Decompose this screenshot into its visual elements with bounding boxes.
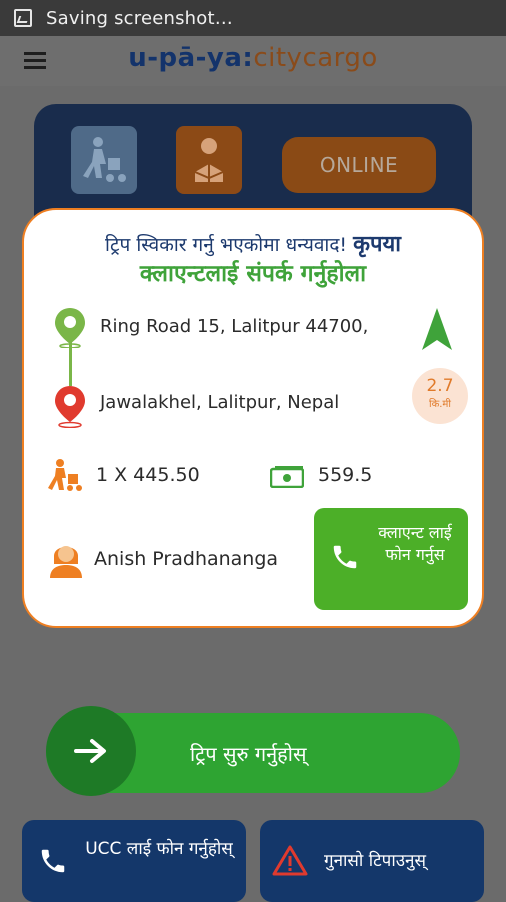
status-text: Saving screenshot…: [46, 7, 233, 29]
app-bar: u-pā-ya:citycargo: [0, 36, 506, 86]
online-status-button[interactable]: ONLINE: [282, 137, 436, 193]
porter-icon: [48, 459, 82, 491]
load-info: 1 X 445.50: [96, 464, 200, 486]
please-text: कृपया: [353, 232, 401, 257]
call-ucc-label: UCC लाई फोन गर्नुहोस्: [85, 839, 233, 859]
distance-badge: 2.7 कि.मी: [412, 368, 468, 424]
thanks-message: ट्रिप स्विकार गर्नु भएकोमा धन्यवाद! कृपय…: [24, 228, 482, 258]
call-ucc-button[interactable]: UCC लाई फोन गर्नुहोस्: [22, 820, 246, 902]
warning-icon: [272, 845, 308, 876]
contact-client-message: क्लाएन्टलाई संपर्क गर्नुहोला: [139, 261, 367, 287]
drop-address: Jawalakhel, Lalitpur, Nepal: [100, 392, 340, 413]
status-bar: Saving screenshot…: [0, 0, 506, 36]
pickup-address: Ring Road 15, Lalitpur 44700,: [100, 316, 369, 337]
call-client-button[interactable]: क्लाएन्ट लाई फोन गर्नुस: [314, 508, 468, 610]
thanks-text: ट्रिप स्विकार गर्नु भएकोमा धन्यवाद!: [105, 234, 348, 256]
start-trip-knob[interactable]: [46, 706, 136, 796]
app-logo: u-pā-ya:citycargo: [0, 43, 506, 73]
cargo-mode-tile[interactable]: [176, 126, 242, 194]
file-complaint-button[interactable]: गुनासो टिपाउनुस्: [260, 820, 484, 902]
delivery-mode-tile[interactable]: [71, 126, 137, 194]
logo-cargo: cargo: [302, 43, 378, 73]
trip-accepted-card: ट्रिप स्विकार गर्नु भएकोमा धन्यवाद! कृपय…: [22, 208, 484, 628]
phone-icon: [333, 545, 357, 569]
start-trip-label: ट्रिप सुरु गर्नुहोस्: [190, 742, 307, 766]
client-name: Anish Pradhananga: [94, 548, 279, 570]
person-box-icon: [194, 138, 224, 182]
route-line: [69, 342, 72, 386]
fare-amount: 559.5: [318, 464, 373, 486]
porter-cart-icon: [83, 137, 126, 182]
distance-unit: कि.मी: [428, 399, 452, 410]
logo-city: city: [253, 43, 303, 73]
client-avatar-icon: [50, 546, 82, 578]
complaint-label: गुनासो टिपाउनुस्: [324, 851, 426, 871]
screenshot-icon: [14, 9, 32, 27]
logo-main: u-pā-ya:: [128, 43, 254, 73]
drop-pin-icon: [55, 386, 85, 428]
arrow-right-icon: [74, 739, 106, 763]
navigation-arrow-icon[interactable]: [420, 306, 454, 354]
distance-value: 2.7: [426, 376, 454, 396]
cash-icon: [270, 466, 304, 488]
phone-icon: [41, 849, 65, 873]
call-client-label: क्लाएन्ट लाई फोन गर्नुस: [378, 523, 452, 564]
